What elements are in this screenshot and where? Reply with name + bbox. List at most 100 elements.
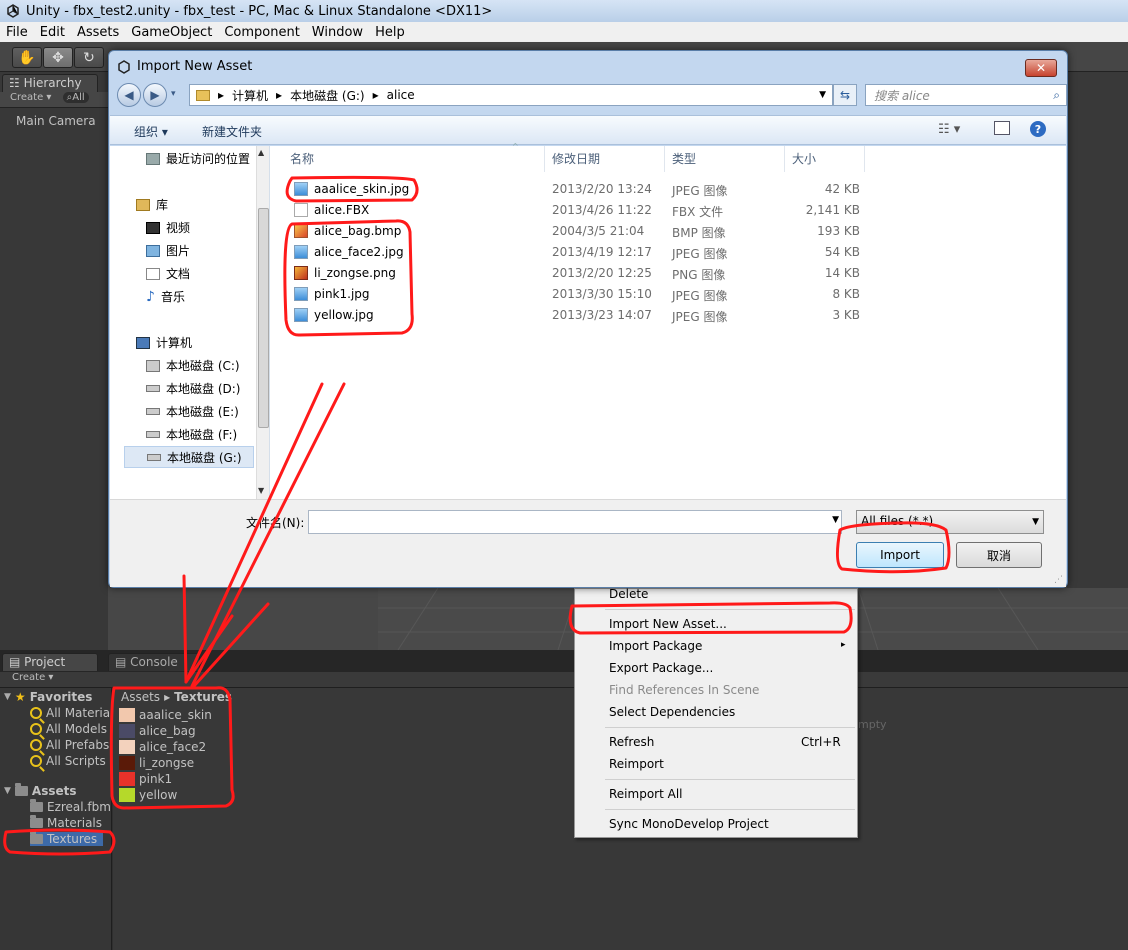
menu-item-sync-monodevelop[interactable]: Sync MonoDevelop Project (609, 817, 769, 831)
breadcrumb-drive-g[interactable]: 本地磁盘 (G:) (290, 87, 365, 104)
help-icon[interactable]: ? (1030, 121, 1046, 137)
resize-grip-icon[interactable]: ⋰ (1054, 575, 1064, 585)
menu-gameobject[interactable]: GameObject (125, 25, 218, 40)
menu-file[interactable]: File (0, 25, 34, 40)
favorite-all-materials[interactable]: All Materials (30, 706, 120, 720)
tab-console[interactable]: ▤ Console (108, 653, 200, 671)
file-row[interactable]: pink1.jpg 2013/3/30 15:10 JPEG 图像 8 KB (282, 284, 1062, 305)
menu-window[interactable]: Window (306, 25, 369, 40)
import-button[interactable]: Import (856, 542, 944, 568)
file-row[interactable]: alice.FBX 2013/4/26 11:22 FBX 文件 2,141 KB (282, 200, 1062, 221)
address-dropdown-icon[interactable]: ▼ (819, 90, 826, 100)
png-icon (294, 266, 308, 280)
dialog-close-button[interactable]: ✕ (1025, 59, 1057, 77)
organize-button[interactable]: 组织 ▾ (134, 123, 168, 140)
texture-asset-item[interactable]: aaalice_skin (119, 708, 212, 722)
file-row[interactable]: alice_bag.bmp 2004/3/5 21:04 BMP 图像 193 KB (282, 221, 1062, 242)
column-header-size[interactable]: 大小 (792, 150, 816, 167)
refresh-button[interactable]: ⇆ (833, 84, 857, 106)
file-row[interactable]: li_zongse.png 2013/2/20 12:25 PNG 图像 14 KB (282, 263, 1062, 284)
nav-documents[interactable]: 文档 (146, 265, 190, 282)
breadcrumb-textures[interactable]: Textures (174, 690, 232, 704)
filename-dropdown-icon[interactable]: ▼ (832, 515, 839, 525)
rotate-tool-button[interactable]: ↻ (74, 47, 104, 68)
column-header-type[interactable]: 类型 (672, 150, 696, 167)
back-button[interactable]: ◀ (117, 83, 141, 107)
music-icon: ♪ (146, 288, 155, 305)
tab-hierarchy[interactable]: ☷ Hierarchy (2, 74, 98, 92)
menu-component[interactable]: Component (218, 25, 305, 40)
file-date: 2013/4/19 12:17 (552, 245, 652, 259)
nav-libraries[interactable]: 库 (136, 196, 168, 213)
folder-textures[interactable]: Textures (30, 831, 104, 846)
texture-asset-item[interactable]: alice_face2 (119, 740, 206, 754)
nav-computer[interactable]: 计算机 (136, 334, 192, 351)
texture-asset-item[interactable]: li_zongse (119, 756, 194, 770)
nav-videos[interactable]: 视频 (146, 219, 190, 236)
project-create-button[interactable]: Create ▾ (12, 672, 53, 683)
file-row[interactable]: yellow.jpg 2013/3/23 14:07 JPEG 图像 3 KB (282, 305, 1062, 326)
menu-item-delete[interactable]: Delete (609, 587, 648, 601)
menu-item-reimport-all[interactable]: Reimport All (609, 787, 683, 801)
hierarchy-item-main-camera[interactable]: Main Camera (16, 114, 96, 128)
nav-drive-e[interactable]: 本地磁盘 (E:) (146, 403, 239, 420)
nav-recent-places[interactable]: 最近访问的位置 (146, 150, 250, 167)
texture-asset-item[interactable]: alice_bag (119, 724, 196, 738)
menu-help[interactable]: Help (369, 25, 411, 40)
project-panel: ▤ Project ▤ Console Create ▾ ▼ ★ Favorit… (0, 650, 1128, 950)
file-row[interactable]: aaalice_skin.jpg 2013/2/20 13:24 JPEG 图像 42… (282, 179, 1062, 200)
tab-project[interactable]: ▤ Project (2, 653, 98, 671)
scroll-thumb[interactable] (258, 208, 269, 428)
nav-drive-g[interactable]: 本地磁盘 (G:) (124, 446, 254, 468)
column-header-name[interactable]: 名称 (290, 150, 314, 167)
menu-edit[interactable]: Edit (34, 25, 71, 40)
favorites-header[interactable]: ▼ ★ Favorites (4, 690, 92, 704)
menu-item-export-package[interactable]: Export Package... (609, 661, 713, 675)
scroll-down-icon[interactable]: ▼ (258, 486, 264, 495)
column-header-date[interactable]: 修改日期 (552, 150, 600, 167)
favorite-all-prefabs[interactable]: All Prefabs (30, 738, 109, 752)
search-input[interactable]: 搜索 alice ⌕ (865, 84, 1067, 106)
preview-pane-icon[interactable] (994, 121, 1010, 135)
nav-drive-f[interactable]: 本地磁盘 (F:) (146, 426, 237, 443)
breadcrumb-computer[interactable]: 计算机 (232, 87, 268, 104)
folder-materials[interactable]: Materials (30, 815, 102, 830)
menu-item-find-references: Find References In Scene (609, 683, 760, 697)
nav-pictures[interactable]: 图片 (146, 242, 190, 259)
scroll-up-icon[interactable]: ▲ (258, 148, 264, 157)
breadcrumb-assets[interactable]: Assets (121, 690, 160, 704)
texture-asset-item[interactable]: yellow (119, 788, 177, 802)
history-dropdown-icon[interactable]: ▾ (171, 89, 176, 99)
file-type-filter[interactable]: All files (*.*) ▼ (856, 510, 1044, 534)
new-folder-button[interactable]: 新建文件夹 (202, 123, 262, 140)
nav-drive-c[interactable]: 本地磁盘 (C:) (146, 357, 240, 374)
menu-item-select-dependencies[interactable]: Select Dependencies (609, 705, 735, 719)
folder-icon (30, 831, 43, 844)
texture-asset-item[interactable]: pink1 (119, 772, 172, 786)
address-bar[interactable]: ▸ 计算机 ▸ 本地磁盘 (G:) ▸ alice ▼ (189, 84, 833, 106)
folder-ezreal-fbm[interactable]: Ezreal.fbm (30, 799, 111, 814)
nav-music[interactable]: ♪ 音乐 (146, 288, 185, 305)
favorite-all-scripts[interactable]: All Scripts (30, 754, 106, 768)
nav-drive-d[interactable]: 本地磁盘 (D:) (146, 380, 240, 397)
move-tool-button[interactable]: ✥ (43, 47, 73, 68)
favorite-all-models[interactable]: All Models (30, 722, 107, 736)
filename-input[interactable]: ▼ (308, 510, 842, 534)
menu-item-reimport[interactable]: Reimport (609, 757, 664, 771)
menu-item-import-package[interactable]: Import Package (609, 639, 702, 653)
breadcrumb-alice[interactable]: alice (387, 88, 415, 102)
cancel-button[interactable]: 取消 (956, 542, 1042, 568)
hierarchy-search[interactable]: ⌕All (62, 92, 89, 103)
view-options-icon[interactable]: ☷ ▾ (938, 122, 960, 137)
menu-item-refresh[interactable]: Refresh (609, 735, 654, 749)
hand-tool-button[interactable]: ✋ (12, 47, 42, 68)
hierarchy-create-button[interactable]: Create ▾ (10, 92, 51, 103)
file-row[interactable]: alice_face2.jpg 2013/4/19 12:17 JPEG 图像 54 … (282, 242, 1062, 263)
forward-button[interactable]: ▶ (143, 83, 167, 107)
document-icon (146, 267, 160, 280)
star-icon: ★ (14, 690, 26, 704)
assets-header[interactable]: ▼ Assets (4, 783, 77, 798)
menu-item-import-new-asset[interactable]: Import New Asset... (609, 617, 727, 631)
menu-assets[interactable]: Assets (71, 25, 125, 40)
nav-scrollbar[interactable]: ▲ ▼ (256, 146, 269, 499)
